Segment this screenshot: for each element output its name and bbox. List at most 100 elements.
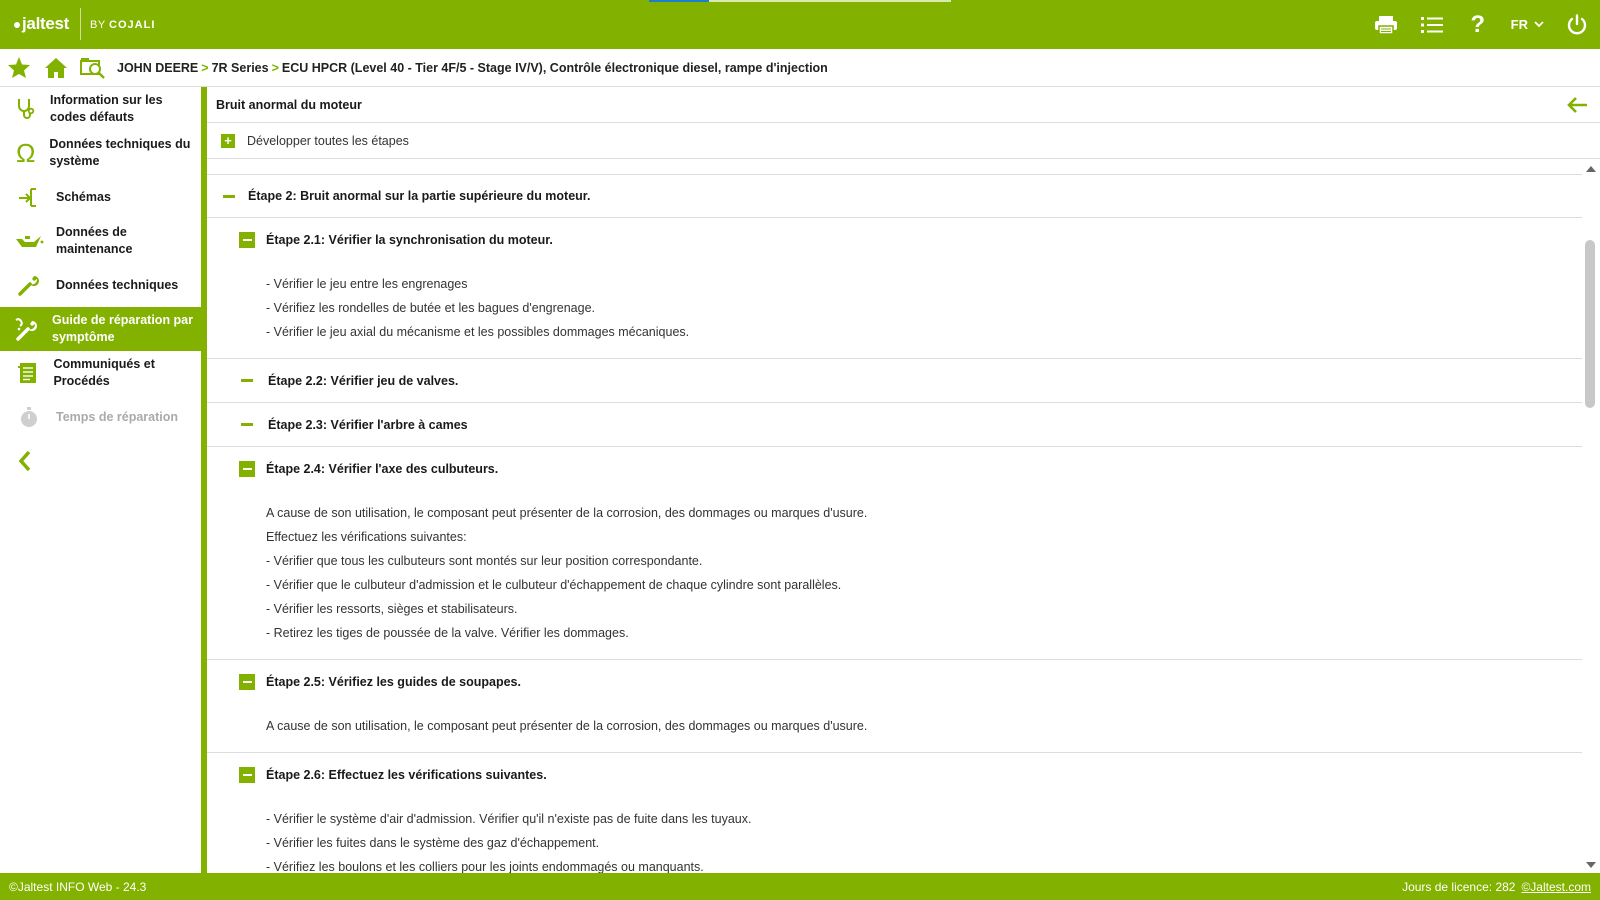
substep-body: - Vérifier le jeu entre les engrenages -… bbox=[207, 262, 1582, 359]
home-icon[interactable] bbox=[37, 49, 74, 87]
sidebar-item-schematics[interactable]: Schémas bbox=[0, 175, 201, 219]
logo-divider bbox=[80, 8, 81, 40]
substep-header[interactable]: Étape 2.6: Effectuez les vérifications s… bbox=[207, 753, 1582, 797]
language-selector[interactable]: FR bbox=[1501, 0, 1554, 49]
sidebar-item-bulletins[interactable]: Communiqués et Procédés bbox=[0, 351, 201, 395]
vehicle-search-icon[interactable] bbox=[74, 49, 111, 87]
footer: ©Jaltest INFO Web - 24.3 Jours de licenc… bbox=[0, 873, 1600, 900]
license-info: Jours de licence: 282 ©Jaltest.com bbox=[1402, 880, 1591, 894]
substep-line: - Vérifier que le culbuteur d'admission … bbox=[266, 578, 842, 592]
substep-label: Étape 2.1: Vérifier la synchronisation d… bbox=[266, 233, 553, 247]
collapse-box-icon bbox=[239, 767, 255, 783]
version-label: ©Jaltest INFO Web - 24.3 bbox=[9, 879, 147, 894]
sidebar-item-label: Information sur les codes défauts bbox=[50, 93, 163, 124]
chevron-down-icon bbox=[1534, 21, 1544, 28]
favorites-star-icon[interactable] bbox=[0, 49, 37, 87]
document-icon bbox=[14, 358, 41, 388]
schematic-icon bbox=[14, 182, 44, 212]
substep-line: - Vérifier les ressorts, sièges et stabi… bbox=[266, 602, 518, 616]
loading-progress-bar bbox=[649, 0, 951, 2]
step-header[interactable]: Étape 2: Bruit anormal sur la partie sup… bbox=[207, 174, 1582, 218]
jaltest-link[interactable]: ©Jaltest.com bbox=[1521, 880, 1591, 894]
sidebar-item-label: Communiqués et Procédés bbox=[53, 357, 155, 388]
chevron-left-icon bbox=[18, 450, 31, 472]
step-label: Étape 2: Bruit anormal sur la partie sup… bbox=[248, 189, 591, 203]
main-header: Bruit anormal du moteur bbox=[207, 87, 1600, 123]
substep-line: - Vérifiez les boulons et les colliers p… bbox=[266, 860, 704, 873]
sidebar-item-label: Schémas bbox=[56, 189, 111, 204]
collapse-sidebar-button[interactable] bbox=[0, 439, 201, 483]
substep-body: A cause de son utilisation, le composant… bbox=[207, 704, 1582, 753]
substep-line: A cause de son utilisation, le composant… bbox=[266, 506, 868, 520]
sidebar-item-repair-guide[interactable]: Guide de réparation par symptôme bbox=[0, 307, 201, 351]
sidebar-item-technical-data[interactable]: Données techniques bbox=[0, 263, 201, 307]
language-label: FR bbox=[1510, 17, 1528, 32]
substep-body: - Vérifier le système d'air d'admission.… bbox=[207, 797, 1582, 873]
breadcrumb: JOHN DEERE >7R Series > ECU HPCR (Level 40 … bbox=[117, 60, 828, 75]
collapse-box-icon bbox=[239, 461, 255, 477]
expand-all-row[interactable]: + Développer toutes les étapes bbox=[207, 123, 1600, 159]
collapse-box-icon bbox=[239, 674, 255, 690]
collapse-dash-icon bbox=[241, 423, 253, 426]
vertical-scrollbar[interactable] bbox=[1582, 160, 1600, 873]
wrench-icon bbox=[14, 270, 44, 300]
help-icon[interactable]: ? bbox=[1455, 0, 1501, 49]
sidebar-item-label: Temps de réparation bbox=[56, 409, 179, 424]
cojali-byline: BY COJALI bbox=[90, 19, 156, 31]
sidebar-item-label: Guide de réparation par symptôme bbox=[52, 313, 194, 344]
substep-line: - Retirez les tiges de poussée de la val… bbox=[266, 626, 629, 640]
collapse-dash-icon bbox=[223, 194, 235, 198]
substep-label: Étape 2.2: Vérifier jeu de valves. bbox=[268, 373, 459, 388]
substep-header[interactable]: Étape 2.3: Vérifier l'arbre à cames bbox=[207, 403, 1582, 447]
collapse-dash-icon bbox=[241, 379, 253, 382]
jaltest-logo: jaltest bbox=[14, 14, 69, 34]
substep-line: - Vérifiez les rondelles de butée et les… bbox=[266, 301, 595, 315]
breadcrumb-item-brand[interactable]: JOHN DEERE bbox=[117, 61, 198, 75]
back-arrow-icon[interactable] bbox=[1566, 96, 1588, 114]
list-icon[interactable] bbox=[1409, 0, 1455, 49]
sidebar-item-fault-codes[interactable]: Information sur les codes défauts bbox=[0, 87, 201, 131]
expand-all-label: Développer toutes les étapes bbox=[247, 133, 409, 148]
sidebar-item-label: Données techniques du système bbox=[49, 137, 191, 168]
substep-label: Étape 2.3: Vérifier l'arbre à cames bbox=[268, 417, 468, 432]
breadcrumb-item-series[interactable]: 7R Series bbox=[212, 61, 269, 75]
oil-can-icon bbox=[14, 226, 44, 256]
omega-icon: Ω bbox=[15, 137, 36, 168]
printer-icon[interactable] bbox=[1363, 0, 1409, 49]
substep-line: - Vérifier le jeu axial du mécanisme et … bbox=[266, 325, 690, 339]
steps-scroll-area[interactable]: Étape 2: Bruit anormal sur la partie sup… bbox=[207, 160, 1600, 873]
sidebar-item-repair-times: Temps de réparation bbox=[0, 395, 201, 439]
sidebar-item-maintenance[interactable]: Données de maintenance bbox=[0, 219, 201, 263]
substep-body: A cause de son utilisation, le composant… bbox=[207, 491, 1582, 660]
substep-header[interactable]: Étape 2.5: Vérifiez les guides de soupap… bbox=[207, 660, 1582, 704]
substep-label: Étape 2.4: Vérifier l'axe des culbuteurs… bbox=[266, 462, 499, 476]
stethoscope-icon bbox=[14, 94, 38, 124]
top-bar: jaltest BY COJALI ? FR bbox=[0, 0, 1600, 49]
substep-header[interactable]: Étape 2.4: Vérifier l'axe des culbuteurs… bbox=[207, 447, 1582, 491]
substep-label: Étape 2.6: Effectuez les vérifications s… bbox=[266, 768, 547, 782]
scrollbar-thumb[interactable] bbox=[1585, 240, 1595, 408]
sidebar-item-label: Données de maintenance bbox=[56, 225, 133, 256]
substep-line: - Vérifier le jeu entre les engrenages bbox=[266, 277, 468, 291]
substep-line: A cause de son utilisation, le composant… bbox=[266, 719, 868, 733]
scroll-up-arrow-icon[interactable] bbox=[1586, 166, 1596, 172]
substep-line: - Vérifier le système d'air d'admission.… bbox=[266, 812, 752, 826]
breadcrumb-bar: JOHN DEERE >7R Series > ECU HPCR (Level 40 … bbox=[0, 49, 1600, 87]
substep-line: - Vérifier les fuites dans le système de… bbox=[266, 836, 600, 850]
license-days: Jours de licence: 282 bbox=[1402, 879, 1516, 894]
main-panel: Bruit anormal du moteur + Développer tou… bbox=[207, 87, 1600, 873]
power-icon[interactable] bbox=[1554, 0, 1600, 49]
scroll-down-arrow-icon[interactable] bbox=[1586, 862, 1596, 868]
sidebar-item-label: Données techniques bbox=[56, 277, 179, 292]
breadcrumb-item-system: ECU HPCR (Level 40 - Tier 4F/5 - Stage I… bbox=[281, 60, 828, 75]
substep-line: Effectuez les vérifications suivantes: bbox=[266, 530, 467, 544]
sidebar-item-system-data[interactable]: Ω Données techniques du système bbox=[0, 131, 201, 175]
substep-line: - Vérifier que tous les culbuteurs sont … bbox=[266, 554, 703, 568]
plus-icon: + bbox=[221, 133, 235, 148]
sidebar: Information sur les codes défauts Ω Donn… bbox=[0, 87, 207, 873]
page-title: Bruit anormal du moteur bbox=[216, 97, 362, 112]
substep-header[interactable]: Étape 2.1: Vérifier la synchronisation d… bbox=[207, 218, 1582, 262]
substep-label: Étape 2.5: Vérifiez les guides de soupap… bbox=[266, 675, 521, 689]
collapse-box-icon bbox=[239, 232, 255, 248]
substep-header[interactable]: Étape 2.2: Vérifier jeu de valves. bbox=[207, 359, 1582, 403]
